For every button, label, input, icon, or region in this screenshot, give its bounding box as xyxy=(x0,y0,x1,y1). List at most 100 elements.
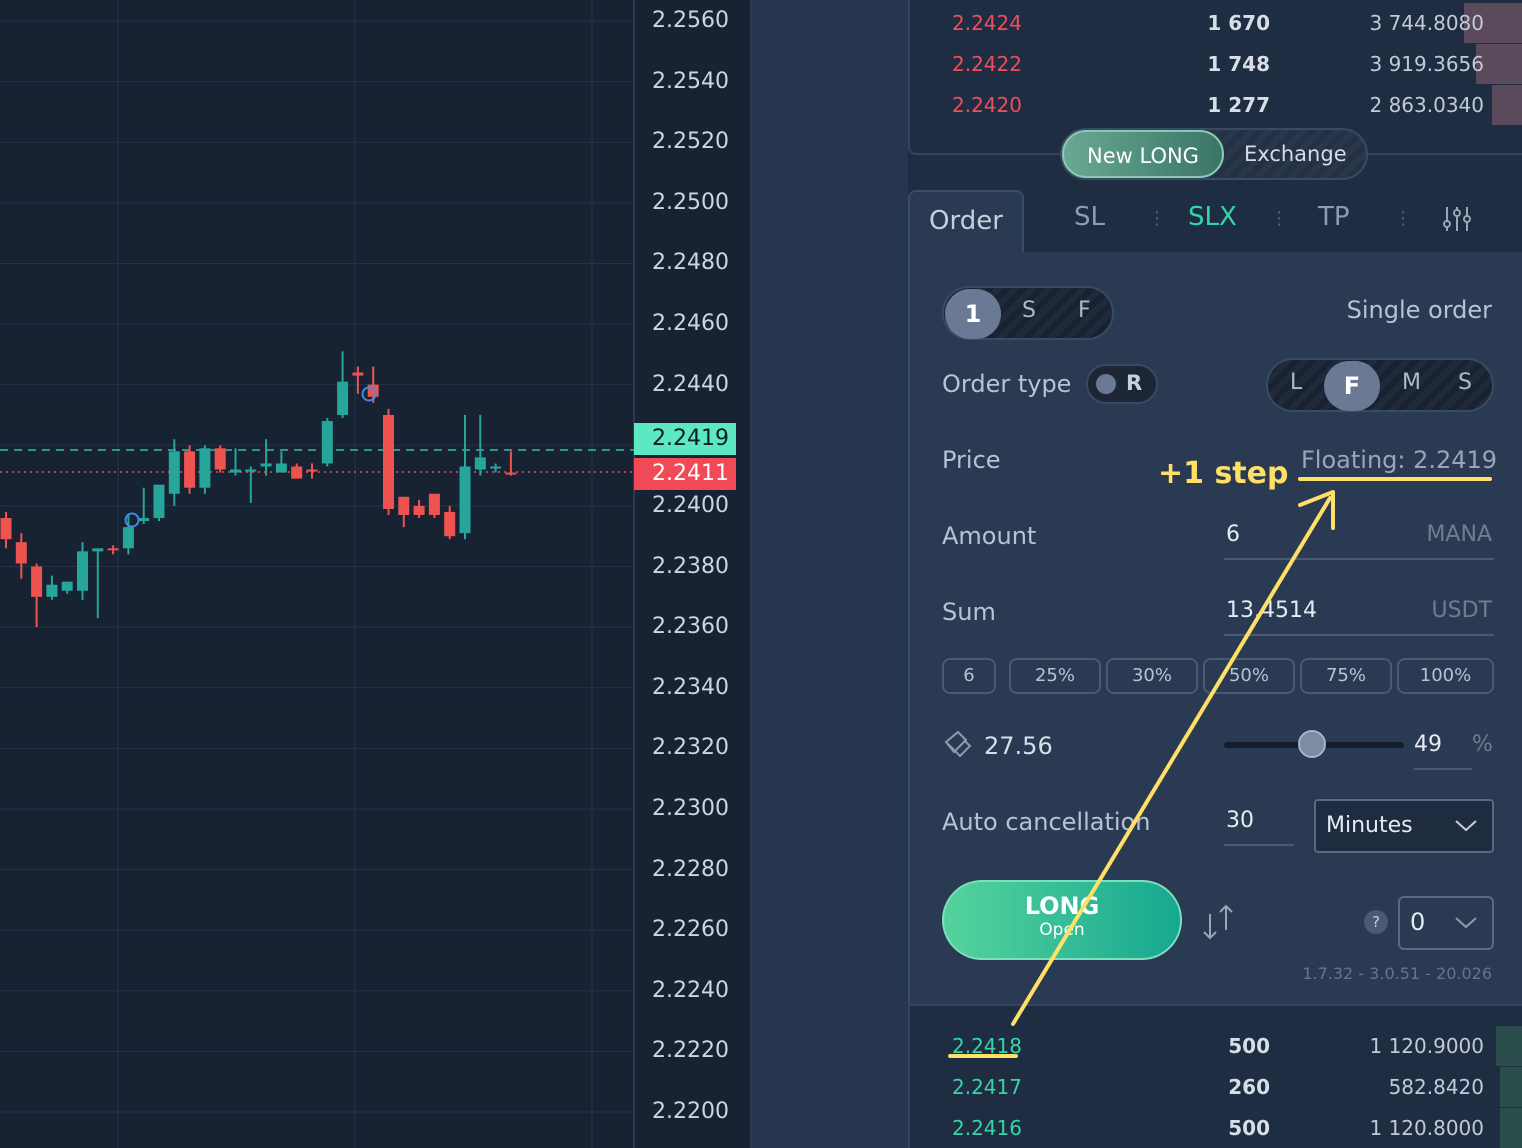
order-count-selector[interactable]: 1 S F xyxy=(942,286,1114,340)
auto-cancel-unit-select[interactable]: Minutes xyxy=(1314,799,1494,853)
price-axis-label: 2.2440 xyxy=(652,371,729,397)
candle-body xyxy=(61,581,73,591)
price-axis-label: 2.2240 xyxy=(652,977,729,1003)
ask-total: 3 744.8080 xyxy=(1369,11,1484,35)
price-floating[interactable]: Floating: 2.2419 xyxy=(1301,446,1497,474)
long-button-sublabel: Open xyxy=(1039,920,1085,940)
candle-body xyxy=(428,493,440,515)
mode-m[interactable]: M xyxy=(1402,370,1421,395)
exchange-button[interactable]: Exchange xyxy=(1244,130,1364,178)
depth-bar xyxy=(1496,1026,1522,1066)
ask-row[interactable]: 2.2422 1 748 3 919.3656 xyxy=(910,44,1522,84)
candle-body xyxy=(31,566,43,597)
count-option-1[interactable]: 1 xyxy=(945,289,1001,339)
mode-f[interactable]: F xyxy=(1324,361,1380,411)
amount-preset-button[interactable]: 6 xyxy=(942,658,996,694)
depth-bar xyxy=(1492,85,1522,125)
sum-label: Sum xyxy=(942,598,996,626)
order-mode-selector[interactable]: L F M S xyxy=(1266,358,1494,412)
mode-l[interactable]: L xyxy=(1290,370,1302,395)
amount-label: Amount xyxy=(942,522,1037,550)
candlestick-chart[interactable] xyxy=(0,0,752,1148)
candle-body xyxy=(505,472,517,475)
auto-cancel-unit-value: Minutes xyxy=(1326,813,1413,838)
order-type-label: Order type xyxy=(942,370,1072,398)
percent-100-button[interactable]: 100% xyxy=(1397,658,1494,694)
sum-value: 13.4514 xyxy=(1226,598,1317,623)
candle-body xyxy=(352,372,364,376)
slider-percent-unit: % xyxy=(1472,732,1493,757)
bid-row[interactable]: 2.2416 500 1 120.8000 xyxy=(910,1108,1522,1148)
candle-body xyxy=(214,448,226,470)
mode-s[interactable]: S xyxy=(1458,370,1472,395)
percent-75-button[interactable]: 75% xyxy=(1300,658,1392,694)
ask-price: 2.2420 xyxy=(952,93,1022,117)
price-axis-label: 2.2380 xyxy=(652,553,729,579)
percent-30-button[interactable]: 30% xyxy=(1106,658,1198,694)
tab-sl[interactable]: SL xyxy=(1074,202,1105,232)
amount-slider[interactable] xyxy=(1224,730,1404,758)
auto-cancel-input[interactable]: 30 xyxy=(1224,800,1294,846)
candle-body xyxy=(0,518,12,540)
price-axis-label: 2.2320 xyxy=(652,735,729,761)
ask-row[interactable]: 2.2424 1 670 3 744.8080 xyxy=(910,3,1522,43)
bid-row[interactable]: 2.2417 260 582.8420 xyxy=(910,1067,1522,1107)
toggle-r-label: R xyxy=(1126,371,1143,395)
swap-arrows-icon[interactable] xyxy=(1200,902,1236,942)
price-axis-label: 2.2340 xyxy=(652,674,729,700)
new-long-button[interactable]: New LONG xyxy=(1062,130,1224,178)
ask-price: 2.2424 xyxy=(952,11,1022,35)
candle-body xyxy=(184,451,196,488)
slider-percent-input[interactable]: 49 xyxy=(1414,724,1472,770)
order-tabs: Order SL ⋮ SLX ⋮ TP ⋮ xyxy=(908,190,1522,256)
count-option-f[interactable]: F xyxy=(1078,298,1091,323)
auto-cancel-value: 30 xyxy=(1226,808,1254,833)
candle-body xyxy=(367,384,379,397)
auto-cancel-label: Auto cancellation xyxy=(942,808,1151,836)
price-axis-label: 2.2520 xyxy=(652,129,729,155)
slider-percent-value: 49 xyxy=(1414,732,1442,757)
price-chart[interactable]: 2.2560 2.2540 2.2520 2.2500 2.2480 2.2460 2.24… xyxy=(0,0,752,1148)
order-type-r-toggle[interactable]: R xyxy=(1086,364,1158,404)
tab-separator: ⋮ xyxy=(1394,208,1412,229)
quantity-value: 0 xyxy=(1410,908,1426,936)
toggle-knob xyxy=(1096,374,1116,394)
candle-body xyxy=(168,451,180,494)
price-axis-label: 2.2480 xyxy=(652,250,729,276)
candle-body xyxy=(122,527,134,549)
slider-handle[interactable] xyxy=(1298,730,1327,758)
bid-row[interactable]: 2.2418 500 1 120.9000 xyxy=(910,1026,1522,1066)
count-option-s[interactable]: S xyxy=(1022,298,1036,323)
long-open-button[interactable]: LONG Open xyxy=(942,880,1182,960)
percent-50-button[interactable]: 50% xyxy=(1203,658,1295,694)
order-form: 1 S F Single order Order type R L F M S … xyxy=(908,252,1522,1004)
ask-row[interactable]: 2.2420 1 277 2 863.0340 xyxy=(910,85,1522,125)
ask-total: 3 919.3656 xyxy=(1369,52,1484,76)
tab-slx[interactable]: SLX xyxy=(1188,202,1237,232)
help-icon[interactable]: ? xyxy=(1364,910,1388,934)
candle-body xyxy=(260,463,272,467)
candle-body xyxy=(474,457,486,470)
bid-total: 582.8420 xyxy=(1388,1075,1484,1099)
candle-body xyxy=(92,548,104,552)
quantity-select[interactable]: 0 xyxy=(1398,896,1494,950)
candle-body xyxy=(383,414,394,509)
tab-order[interactable]: Order xyxy=(908,190,1024,256)
price-axis-label: 2.2360 xyxy=(652,614,729,640)
bid-total: 1 120.9000 xyxy=(1369,1034,1484,1058)
ask-amount: 1 748 xyxy=(1207,52,1270,76)
mode-toggle[interactable]: New LONG Exchange xyxy=(1060,128,1368,180)
ask-price: 2.2422 xyxy=(952,52,1022,76)
settings-sliders-icon[interactable] xyxy=(1442,204,1472,234)
price-axis-label: 2.2540 xyxy=(652,68,729,94)
percent-25-button[interactable]: 25% xyxy=(1009,658,1101,694)
order-panel: 2.2424 1 670 3 744.8080 2.2422 1 748 3 919.36… xyxy=(908,0,1522,1148)
amount-input[interactable]: 6 MANA xyxy=(1224,514,1494,560)
sum-input[interactable]: 13.4514 USDT xyxy=(1224,590,1494,636)
bid-amount: 500 xyxy=(1228,1034,1270,1058)
candle-body xyxy=(306,469,318,472)
tab-tp[interactable]: TP xyxy=(1318,202,1350,232)
ask-amount: 1 670 xyxy=(1207,11,1270,35)
depth-bar xyxy=(1500,1067,1522,1107)
candle-body xyxy=(398,496,410,515)
